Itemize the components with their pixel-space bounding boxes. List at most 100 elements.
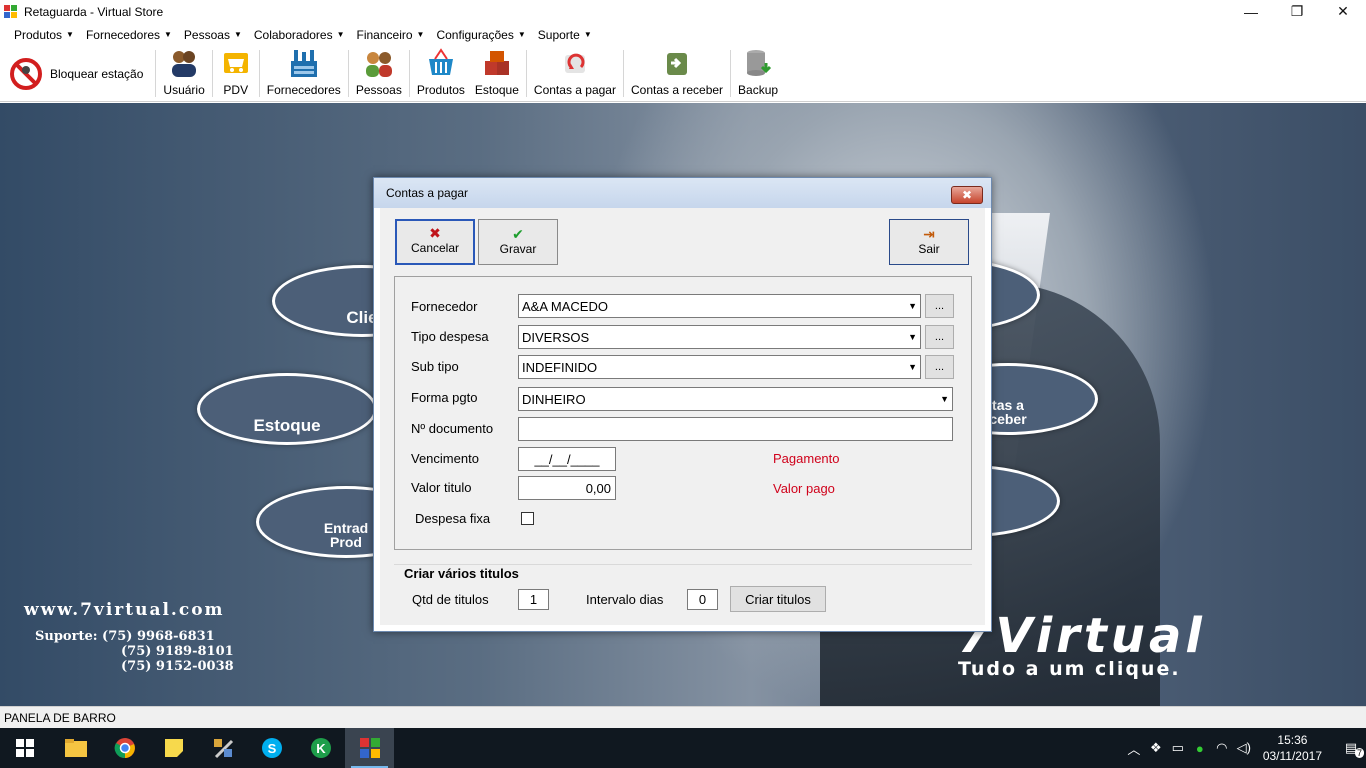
- toolbar-divider: [730, 50, 732, 97]
- taskbar-k-app[interactable]: K: [296, 728, 345, 768]
- fornecedores-button[interactable]: Fornecedores: [262, 46, 346, 101]
- dialog-close-button[interactable]: ✖: [951, 186, 983, 204]
- dropbox-icon[interactable]: ❖: [1145, 740, 1167, 756]
- cancel-icon: ✖: [429, 225, 441, 241]
- documento-input[interactable]: [518, 417, 953, 441]
- fornecedor-label: Fornecedor: [411, 299, 478, 314]
- clock[interactable]: 15:36 03/11/2017: [1263, 732, 1322, 764]
- toolbar-divider: [258, 50, 260, 97]
- chevron-down-icon: ▼: [908, 301, 917, 311]
- support-phones: Suporte: (75) 9968-6831 (75) 9189-8101 (…: [35, 629, 234, 674]
- pagamento-label: Pagamento: [773, 451, 840, 466]
- volume-icon[interactable]: ◁): [1233, 740, 1255, 756]
- taskbar: S K ︿ ❖ ▭ ● ◠ ◁) 15:36 03/11/2017 ▤ 7: [0, 728, 1366, 768]
- contas-pagar-button[interactable]: Contas a pagar: [529, 46, 621, 101]
- close-window-button[interactable]: ✕: [1320, 0, 1366, 23]
- check-icon: ✔: [512, 226, 524, 242]
- produtos-button[interactable]: Produtos: [412, 46, 470, 101]
- chevron-up-icon[interactable]: ︿: [1123, 739, 1145, 758]
- despesa-fixa-checkbox[interactable]: [521, 512, 534, 525]
- valor-titulo-input[interactable]: 0,00: [518, 476, 616, 500]
- tools-icon: [213, 739, 233, 759]
- backup-button[interactable]: Backup: [733, 46, 783, 101]
- chevron-down-icon: ▼: [908, 362, 917, 372]
- bloquear-estacao-button[interactable]: Bloquear estação: [0, 46, 153, 101]
- start-button[interactable]: [0, 728, 49, 768]
- vencimento-label: Vencimento: [411, 451, 479, 466]
- database-icon: [747, 50, 772, 76]
- cancel-button[interactable]: ✖ Cancelar: [395, 219, 475, 265]
- brand-logo: 7Virtual Tudo a um clique.: [958, 608, 1206, 680]
- toolbar-divider: [347, 50, 349, 97]
- contas-receber-button[interactable]: Contas a receber: [626, 46, 728, 101]
- taskbar-explorer[interactable]: [51, 728, 100, 768]
- window-title: Retaguarda - Virtual Store: [24, 4, 164, 19]
- taskbar-notes[interactable]: [149, 728, 198, 768]
- menu-pessoas[interactable]: Pessoas ▼: [178, 28, 248, 42]
- contas-a-pagar-dialog: Contas a pagar ✖ ✖ Cancelar ✔ Gravar ⇥ S…: [373, 177, 992, 632]
- sub-tipo-select[interactable]: INDEFINIDO ▼: [518, 355, 921, 379]
- retaguarda-app-icon: [359, 738, 380, 758]
- form-group: Fornecedor A&A MACEDO ▼ ... Tipo despesa…: [394, 276, 972, 550]
- vencimento-input[interactable]: __/__/____: [518, 447, 616, 471]
- cart-icon: [223, 53, 248, 73]
- menu-suporte[interactable]: Suporte ▼: [532, 28, 598, 42]
- folder-icon: [64, 739, 87, 757]
- menu-colaboradores[interactable]: Colaboradores ▼: [248, 28, 351, 42]
- chevron-down-icon: ▼: [908, 332, 917, 342]
- taskbar-chrome[interactable]: [100, 728, 149, 768]
- exit-button[interactable]: ⇥ Sair: [889, 219, 969, 265]
- pdv-button[interactable]: PDV: [215, 46, 257, 101]
- toolbar-divider: [211, 50, 213, 97]
- sub-tipo-lookup-button[interactable]: ...: [925, 355, 954, 379]
- usuario-button[interactable]: Usuário: [158, 46, 209, 101]
- pessoas-button[interactable]: Pessoas: [351, 46, 407, 101]
- fornecedor-select[interactable]: A&A MACEDO ▼: [518, 294, 921, 318]
- chevron-down-icon: ▼: [517, 30, 526, 39]
- notification-count: 7: [1354, 748, 1364, 758]
- toolbar-divider: [622, 50, 624, 97]
- shortcut-estoque: Estoque: [197, 373, 377, 445]
- k-tray-icon[interactable]: ●: [1189, 741, 1211, 756]
- chevron-down-icon: ▼: [233, 30, 242, 39]
- save-button[interactable]: ✔ Gravar: [478, 219, 558, 265]
- dialog-title-bar: Contas a pagar ✖: [374, 178, 991, 208]
- dialog-body: ✖ Cancelar ✔ Gravar ⇥ Sair Fornecedor A&…: [380, 208, 985, 625]
- tipo-despesa-select[interactable]: DIVERSOS ▼: [518, 325, 921, 349]
- battery-icon[interactable]: ▭: [1167, 740, 1189, 756]
- toolbar-divider: [155, 50, 157, 97]
- estoque-button[interactable]: Estoque: [470, 46, 524, 101]
- notifications-icon[interactable]: ▤ 7: [1336, 740, 1366, 758]
- forma-pgto-select[interactable]: DINHEIRO ▼: [518, 387, 953, 411]
- wifi-icon[interactable]: ◠: [1211, 740, 1233, 756]
- sub-tipo-label: Sub tipo: [411, 359, 459, 374]
- menu-financeiro[interactable]: Financeiro ▼: [351, 28, 431, 42]
- fornecedor-lookup-button[interactable]: ...: [925, 294, 954, 318]
- system-tray: ︿ ❖ ▭ ● ◠ ◁) 15:36 03/11/2017 ▤ 7: [1123, 728, 1366, 768]
- tipo-despesa-lookup-button[interactable]: ...: [925, 325, 954, 349]
- intervalo-dias-input[interactable]: 0: [687, 589, 718, 610]
- qtd-titulos-input[interactable]: 1: [518, 589, 549, 610]
- dialog-title: Contas a pagar: [386, 186, 469, 200]
- app-icon: [4, 4, 18, 19]
- menu-fornecedores[interactable]: Fornecedores ▼: [80, 28, 178, 42]
- chevron-down-icon: ▼: [66, 30, 74, 39]
- factory-icon: [290, 50, 317, 77]
- maximize-button[interactable]: ❐: [1274, 0, 1320, 23]
- status-text: PANELA DE BARRO: [4, 710, 116, 725]
- minimize-button[interactable]: —: [1228, 0, 1274, 23]
- chevron-down-icon: ▼: [940, 394, 949, 404]
- chrome-icon: [114, 738, 135, 759]
- criar-titulos-button[interactable]: Criar titulos: [730, 586, 826, 612]
- taskbar-tools[interactable]: [198, 728, 247, 768]
- money-out-icon: [564, 53, 585, 73]
- taskbar-retaguarda[interactable]: [345, 728, 394, 768]
- taskbar-skype[interactable]: S: [247, 728, 296, 768]
- toolbar-divider: [525, 50, 527, 97]
- sticky-note-icon: [164, 739, 183, 757]
- menu-bar: Produtos ▼ Fornecedores ▼ Pessoas ▼ Colabor…: [0, 23, 1366, 46]
- menu-configuracoes[interactable]: Configurações ▼: [430, 28, 531, 42]
- menu-produtos[interactable]: Produtos ▼: [8, 28, 80, 42]
- svg-text:K: K: [316, 741, 326, 756]
- website-text: www.7virtual.com: [24, 600, 225, 620]
